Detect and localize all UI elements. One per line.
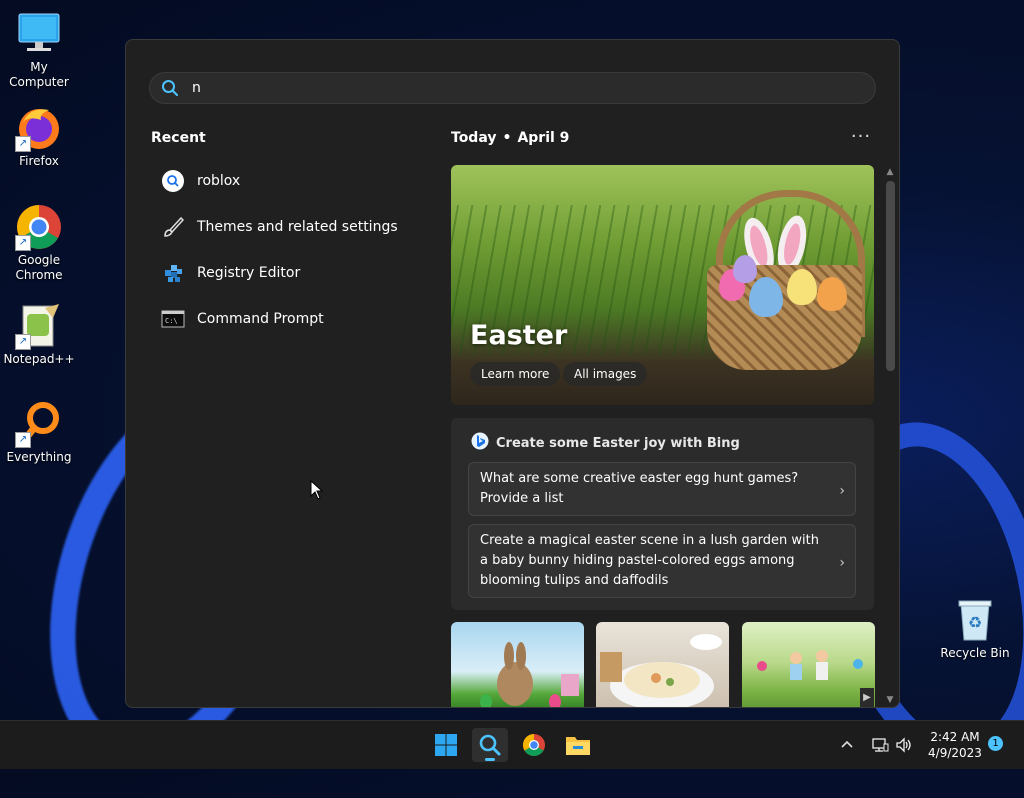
desktop-icon-notepad-plus-plus[interactable]: ↗ Notepad++ — [1, 302, 77, 367]
terminal-icon: C:\ — [161, 307, 185, 331]
panel-scrollbar[interactable]: ▲ ▼ — [884, 167, 896, 707]
recent-item-themes-settings[interactable]: Themes and related settings — [151, 204, 421, 250]
search-box[interactable] — [149, 72, 876, 104]
desktop-icon-label: My Computer — [9, 60, 69, 89]
search-icon — [479, 734, 501, 756]
start-button[interactable] — [428, 728, 464, 762]
today-date: April 9 — [517, 130, 570, 146]
learn-more-button[interactable]: Learn more — [470, 362, 561, 386]
recent-heading: Recent — [151, 130, 206, 146]
scroll-up-icon[interactable]: ▲ — [884, 167, 896, 177]
bing-heading: Create some Easter joy with Bing — [471, 432, 740, 454]
tray-overflow-button[interactable] — [840, 721, 854, 769]
taskbar-clock[interactable]: 2:42 AM 4/9/2023 — [920, 729, 990, 761]
svg-text:♻: ♻ — [968, 613, 982, 632]
mouse-cursor-icon — [310, 480, 324, 500]
bing-prompt-easter-scene[interactable]: Create a magical easter scene in a lush … — [468, 524, 856, 598]
desktop-icon-label: Everything — [6, 450, 72, 464]
image-thumbnail-bunny[interactable] — [451, 622, 584, 707]
bing-suggestions-card: Create some Easter joy with Bing What ar… — [451, 418, 874, 610]
recent-item-label: Themes and related settings — [197, 219, 398, 235]
thumbnails-next-arrow[interactable]: ▶ — [860, 688, 874, 707]
desktop-icon-google-chrome[interactable]: ↗ Google Chrome — [1, 203, 77, 283]
desktop-icon-everything[interactable]: ↗ Everything — [1, 400, 77, 465]
everything-search-icon: ↗ — [15, 400, 63, 448]
desktop-icon-recycle-bin[interactable]: ♻ Recycle Bin — [937, 596, 1013, 661]
more-options-button[interactable]: ··· — [849, 126, 873, 147]
taskbar-search-button[interactable] — [472, 728, 508, 762]
recent-item-label: Registry Editor — [197, 265, 301, 281]
monitor-icon — [15, 10, 63, 58]
shortcut-arrow-icon: ↗ — [15, 136, 31, 152]
chrome-icon: ↗ — [15, 203, 63, 251]
chevron-right-icon: › — [839, 483, 845, 499]
kids-garden-image — [757, 650, 863, 680]
folder-icon — [566, 737, 590, 755]
hero-title: Easter — [470, 320, 568, 351]
recycle-bin-icon: ♻ — [951, 596, 999, 644]
taskbar: 2:42 AM 4/9/2023 — [0, 720, 1024, 769]
windows-logo-icon — [435, 734, 457, 756]
recent-item-registry-editor[interactable]: Registry Editor — [151, 250, 421, 296]
image-thumbnail-kids-garden[interactable] — [742, 622, 875, 707]
chevron-up-icon — [840, 738, 854, 753]
shortcut-arrow-icon: ↗ — [15, 334, 31, 350]
chrome-icon — [523, 734, 545, 756]
desktop-icon-label: Recycle Bin — [940, 646, 1010, 660]
volume-icon[interactable] — [895, 721, 913, 769]
desktop-icon-label: Notepad++ — [3, 352, 75, 366]
prompt-text: What are some creative easter egg hunt g… — [480, 471, 799, 506]
recent-item-roblox[interactable]: roblox — [151, 158, 421, 204]
image-thumbnail-soup[interactable] — [596, 622, 729, 707]
today-heading: Today • April 9 — [451, 130, 570, 146]
search-panel: Recent roblox Themes and related setting… — [125, 39, 900, 708]
egg — [749, 277, 783, 317]
bunny-image — [480, 642, 579, 707]
shortcut-arrow-icon: ↗ — [15, 235, 31, 251]
notification-badge[interactable]: 1 — [988, 736, 1003, 751]
chevron-right-icon: › — [839, 555, 845, 571]
shortcut-arrow-icon: ↗ — [15, 432, 31, 448]
brush-icon — [161, 215, 185, 239]
bing-heading-text: Create some Easter joy with Bing — [496, 435, 740, 451]
recent-item-label: Command Prompt — [197, 311, 324, 327]
recent-item-label: roblox — [197, 173, 241, 189]
bing-icon — [471, 432, 489, 454]
search-icon — [161, 169, 185, 193]
recent-item-command-prompt[interactable]: C:\ Command Prompt — [151, 296, 421, 342]
scroll-down-icon[interactable]: ▼ — [884, 695, 896, 705]
desktop-icon-label: Firefox — [19, 154, 59, 168]
easter-hero-card[interactable]: Easter Learn more All images — [451, 165, 874, 405]
firefox-icon: ↗ — [15, 104, 63, 152]
search-input[interactable] — [190, 79, 834, 97]
clock-date: 4/9/2023 — [928, 746, 982, 760]
taskbar-file-explorer-button[interactable] — [560, 728, 596, 762]
search-icon — [150, 79, 190, 97]
svg-text:C:\: C:\ — [165, 317, 178, 325]
today-label: Today — [451, 130, 497, 146]
clock-time: 2:42 AM — [930, 730, 980, 744]
egg — [817, 277, 847, 311]
all-images-button[interactable]: All images — [563, 362, 648, 386]
notepad-plus-plus-icon: ↗ — [15, 302, 63, 350]
desktop-icon-label: Google Chrome — [15, 253, 63, 282]
desktop-icon-my-computer[interactable]: My Computer — [1, 10, 77, 90]
egg — [787, 269, 817, 305]
desktop-icon-firefox[interactable]: ↗ Firefox — [1, 104, 77, 169]
egg — [733, 255, 757, 283]
taskbar-chrome-button[interactable] — [516, 728, 552, 762]
soup-image — [600, 634, 722, 707]
network-icon[interactable] — [871, 721, 889, 769]
scrollbar-thumb[interactable] — [886, 181, 895, 371]
recent-list: roblox Themes and related settings Regis… — [151, 158, 421, 342]
registry-icon — [161, 261, 185, 285]
prompt-text: Create a magical easter scene in a lush … — [480, 533, 819, 588]
bing-prompt-egg-hunt[interactable]: What are some creative easter egg hunt g… — [468, 462, 856, 516]
